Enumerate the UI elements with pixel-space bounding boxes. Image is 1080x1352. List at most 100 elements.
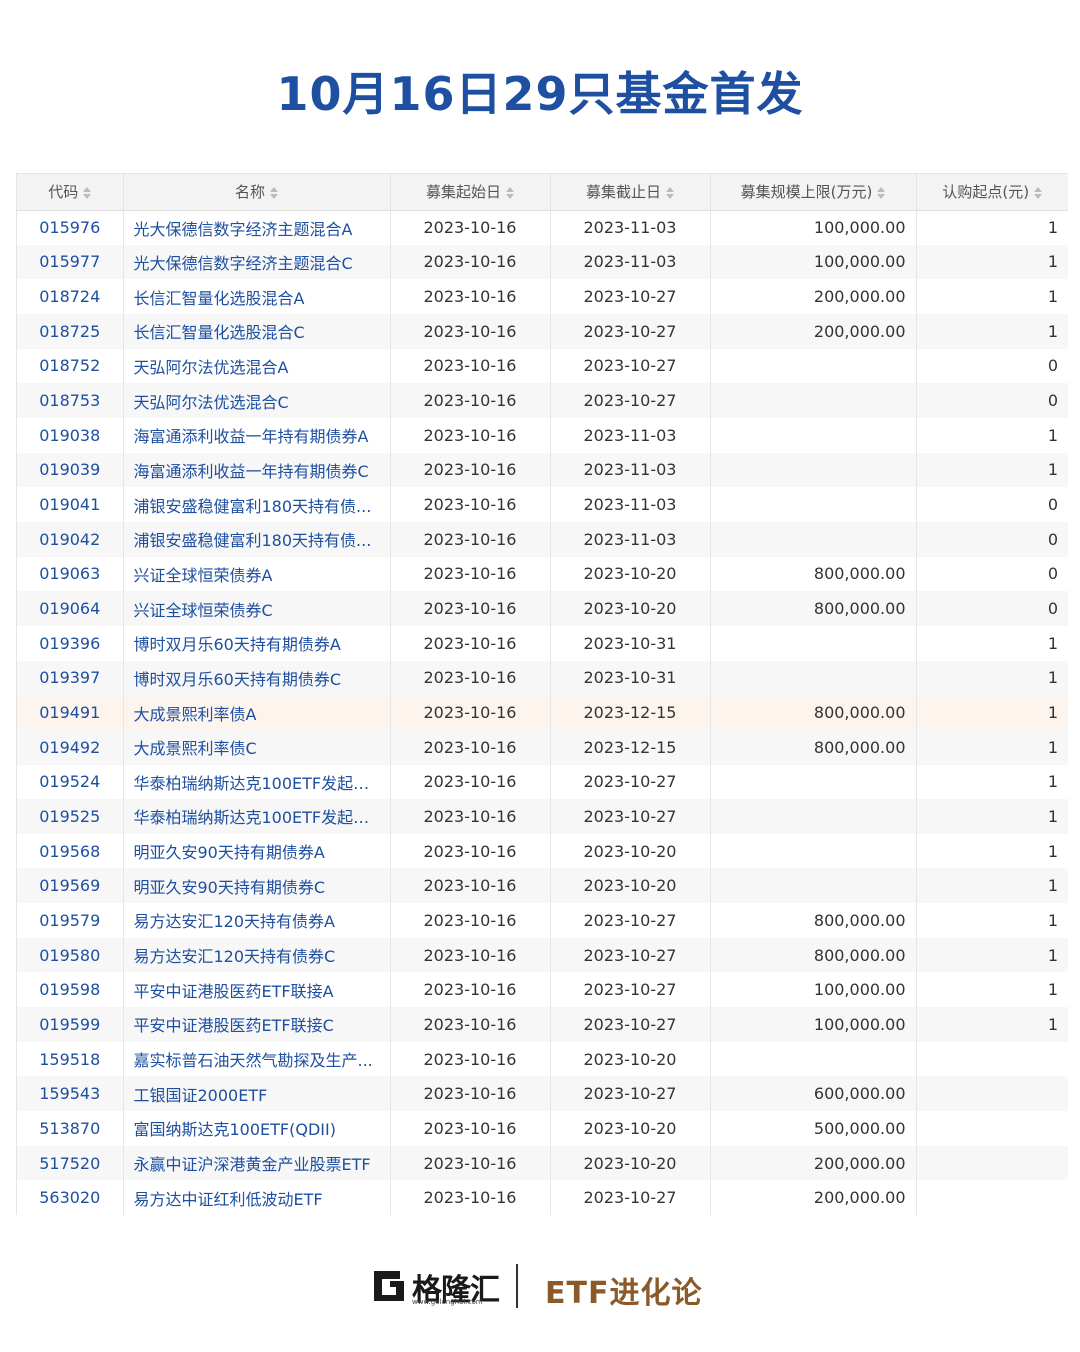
fund-code-link[interactable]: 159543: [17, 1076, 124, 1112]
fund-name-link[interactable]: 海富通添利收益一年持有期债券C: [123, 452, 391, 488]
table-row[interactable]: 015977 光大保德信数字经济主题混合C 2023-10-16 2023-11-03…: [17, 244, 1068, 280]
fund-code-link[interactable]: 019039: [17, 452, 124, 488]
start-date-cell: 2023-10-16: [390, 521, 551, 557]
fund-name-link[interactable]: 大成景熙利率债C: [123, 729, 391, 765]
table-row[interactable]: 019397 博时双月乐60天持有期债券C 2023-10-16 2023-10-31…: [17, 660, 1068, 696]
fund-name-link[interactable]: 浦银安盛稳健富利180天持有债...: [123, 487, 391, 522]
fund-code-link[interactable]: 019525: [17, 799, 124, 834]
table-row[interactable]: 563020 易方达中证红利低波动ETF 2023-10-16 2023-10-27 2…: [17, 1180, 1068, 1216]
fund-code-link[interactable]: 019492: [17, 729, 124, 765]
fund-code-link[interactable]: 019569: [17, 868, 124, 904]
fund-code-link[interactable]: 019396: [17, 625, 124, 661]
fund-code-link[interactable]: 019599: [17, 1007, 124, 1042]
table-row[interactable]: 019599 平安中证港股医药ETF联接C 2023-10-16 2023-10-27…: [17, 1007, 1068, 1042]
fund-name-link[interactable]: 博时双月乐60天持有期债券C: [123, 660, 391, 696]
table-row[interactable]: 019579 易方达安汇120天持有债券A 2023-10-16 2023-10-27…: [17, 903, 1068, 938]
sort-icon[interactable]: [877, 186, 886, 199]
table-row[interactable]: 019041 浦银安盛稳健富利180天持有债... 2023-10-16 2023-1…: [17, 487, 1068, 522]
fund-name-link[interactable]: 兴证全球恒荣债券A: [123, 556, 391, 592]
fund-name-link[interactable]: 大成景熙利率债A: [123, 695, 391, 730]
column-header-start-date[interactable]: 募集起始日: [390, 174, 551, 211]
fund-code-link[interactable]: 019063: [17, 556, 124, 592]
fund-name-link[interactable]: 博时双月乐60天持有期债券A: [123, 625, 391, 661]
table-row[interactable]: 019568 明亚久安90天持有期债券A 2023-10-16 2023-10-20 1: [17, 833, 1068, 869]
fund-code-link[interactable]: 018753: [17, 383, 124, 418]
column-header-code[interactable]: 代码: [17, 174, 124, 211]
fund-name-link[interactable]: 平安中证港股医药ETF联接C: [123, 1007, 391, 1042]
fund-name-link[interactable]: 易方达安汇120天持有债券A: [123, 903, 391, 938]
fund-code-link[interactable]: 019580: [17, 937, 124, 973]
sort-icon[interactable]: [270, 186, 278, 199]
fund-code-link[interactable]: 019579: [17, 903, 124, 938]
fund-code-link[interactable]: 018724: [17, 279, 124, 314]
table-row[interactable]: 018753 天弘阿尔法优选混合C 2023-10-16 2023-10-27 0: [17, 383, 1068, 418]
fund-code-link[interactable]: 019041: [17, 487, 124, 522]
table-row[interactable]: 019064 兴证全球恒荣债券C 2023-10-16 2023-10-20 800,0…: [17, 591, 1068, 626]
fund-code-link[interactable]: 019397: [17, 660, 124, 696]
column-header-min-purchase[interactable]: 认购起点(元): [916, 174, 1068, 211]
fund-name-link[interactable]: 浦银安盛稳健富利180天持有债...: [123, 521, 391, 557]
fund-name-link[interactable]: 天弘阿尔法优选混合C: [123, 383, 391, 418]
fund-code-link[interactable]: 018725: [17, 313, 124, 349]
fund-code-link[interactable]: 517520: [17, 1145, 124, 1181]
fund-name-link[interactable]: 天弘阿尔法优选混合A: [123, 348, 391, 384]
table-row[interactable]: 019525 华泰柏瑞纳斯达克100ETF发起式... 2023-10-16 2023…: [17, 799, 1068, 834]
table-row[interactable]: 513870 富国纳斯达克100ETF(QDII) 2023-10-16 2023-1…: [17, 1111, 1068, 1146]
table-row[interactable]: 019063 兴证全球恒荣债券A 2023-10-16 2023-10-20 800,0…: [17, 556, 1068, 592]
column-header-end-date[interactable]: 募集截止日: [550, 174, 711, 211]
table-row[interactable]: 019491 大成景熙利率债A 2023-10-16 2023-12-15 800,00…: [17, 695, 1068, 730]
fund-code-link[interactable]: 019064: [17, 591, 124, 626]
table-row[interactable]: 159518 嘉实标普石油天然气勘探及生产... 2023-10-16 2023-10…: [17, 1041, 1068, 1077]
fund-name-link[interactable]: 易方达中证红利低波动ETF: [123, 1180, 391, 1216]
fund-name-link[interactable]: 明亚久安90天持有期债券C: [123, 868, 391, 904]
fund-code-link[interactable]: 019491: [17, 695, 124, 730]
fund-name-link[interactable]: 光大保德信数字经济主题混合A: [123, 210, 391, 245]
table-row[interactable]: 019038 海富通添利收益一年持有期债券A 2023-10-16 2023-11-0…: [17, 417, 1068, 453]
fund-name-link[interactable]: 光大保德信数字经济主题混合C: [123, 244, 391, 280]
fund-name-link[interactable]: 长信汇智量化选股混合C: [123, 313, 391, 349]
fund-name-link[interactable]: 兴证全球恒荣债券C: [123, 591, 391, 626]
table-row[interactable]: 018752 天弘阿尔法优选混合A 2023-10-16 2023-10-27 0: [17, 348, 1068, 384]
table-row[interactable]: 019524 华泰柏瑞纳斯达克100ETF发起式... 2023-10-16 2023…: [17, 764, 1068, 800]
table-row[interactable]: 019039 海富通添利收益一年持有期债券C 2023-10-16 2023-11-0…: [17, 452, 1068, 488]
fund-name-link[interactable]: 嘉实标普石油天然气勘探及生产...: [123, 1041, 391, 1077]
table-row[interactable]: 019492 大成景熙利率债C 2023-10-16 2023-12-15 800,00…: [17, 729, 1068, 765]
table-row[interactable]: 159543 工银国证2000ETF 2023-10-16 2023-10-27 600…: [17, 1076, 1068, 1112]
fund-code-link[interactable]: 015976: [17, 210, 124, 245]
fund-name-link[interactable]: 海富通添利收益一年持有期债券A: [123, 417, 391, 453]
fund-code-link[interactable]: 159518: [17, 1041, 124, 1077]
table-row[interactable]: 018725 长信汇智量化选股混合C 2023-10-16 2023-10-27 200…: [17, 313, 1068, 349]
fund-name-link[interactable]: 易方达安汇120天持有债券C: [123, 937, 391, 973]
sort-icon[interactable]: [666, 186, 674, 199]
column-header-name[interactable]: 名称: [123, 174, 391, 211]
sort-icon[interactable]: [506, 186, 514, 199]
fund-name-link[interactable]: 华泰柏瑞纳斯达克100ETF发起式...: [123, 799, 391, 834]
fund-name-link[interactable]: 明亚久安90天持有期债券A: [123, 833, 391, 869]
fund-code-link[interactable]: 015977: [17, 244, 124, 280]
table-row[interactable]: 019598 平安中证港股医药ETF联接A 2023-10-16 2023-10-27…: [17, 972, 1068, 1008]
column-header-size-cap[interactable]: 募集规模上限(万元): [710, 174, 917, 211]
fund-code-link[interactable]: 019568: [17, 833, 124, 869]
fund-code-link[interactable]: 513870: [17, 1111, 124, 1146]
table-row[interactable]: 019396 博时双月乐60天持有期债券A 2023-10-16 2023-10-31…: [17, 625, 1068, 661]
fund-name-link[interactable]: 华泰柏瑞纳斯达克100ETF发起式...: [123, 764, 391, 800]
table-row[interactable]: 015976 光大保德信数字经济主题混合A 2023-10-16 2023-11-03…: [17, 210, 1068, 245]
table-row[interactable]: 019580 易方达安汇120天持有债券C 2023-10-16 2023-10-27…: [17, 937, 1068, 973]
table-row[interactable]: 517520 永赢中证沪深港黄金产业股票ETF 2023-10-16 2023-10-…: [17, 1145, 1068, 1181]
table-row[interactable]: 018724 长信汇智量化选股混合A 2023-10-16 2023-10-27 200…: [17, 279, 1068, 314]
fund-name-link[interactable]: 长信汇智量化选股混合A: [123, 279, 391, 314]
table-row[interactable]: 019042 浦银安盛稳健富利180天持有债... 2023-10-16 2023-1…: [17, 521, 1068, 557]
fund-name-link[interactable]: 富国纳斯达克100ETF(QDII): [123, 1111, 391, 1146]
fund-code-link[interactable]: 019042: [17, 521, 124, 557]
sort-icon[interactable]: [1034, 186, 1043, 199]
fund-name-link[interactable]: 工银国证2000ETF: [123, 1076, 391, 1112]
fund-code-link[interactable]: 019524: [17, 764, 124, 800]
fund-code-link[interactable]: 018752: [17, 348, 124, 384]
table-row[interactable]: 019569 明亚久安90天持有期债券C 2023-10-16 2023-10-20 1: [17, 868, 1068, 904]
fund-name-link[interactable]: 平安中证港股医药ETF联接A: [123, 972, 391, 1008]
fund-code-link[interactable]: 563020: [17, 1180, 124, 1216]
fund-name-link[interactable]: 永赢中证沪深港黄金产业股票ETF: [123, 1145, 391, 1181]
fund-code-link[interactable]: 019038: [17, 417, 124, 453]
sort-icon[interactable]: [83, 186, 92, 199]
fund-code-link[interactable]: 019598: [17, 972, 124, 1008]
